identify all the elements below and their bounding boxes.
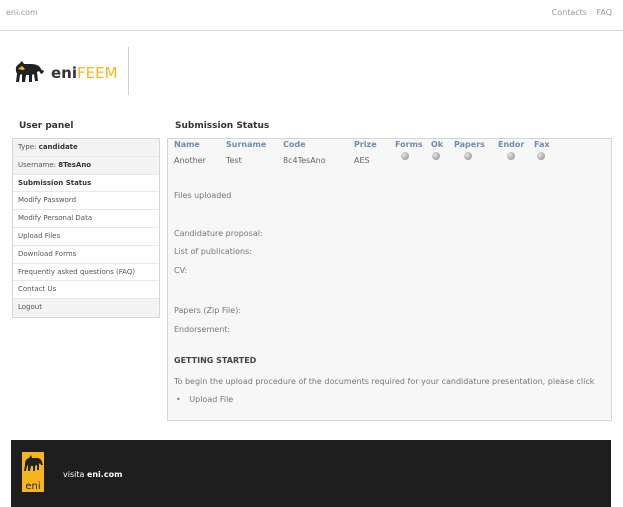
svg-text:eni: eni — [25, 481, 40, 492]
username-row: Username: 8TesAno — [13, 156, 159, 175]
username-label: Username: — [18, 160, 57, 169]
faq-link[interactable]: FAQ — [597, 8, 613, 17]
fax-status-icon — [537, 152, 545, 160]
forms-status-icon — [401, 152, 409, 160]
logo-wordmark: eniFEEM — [51, 64, 118, 82]
username-value: 8TesAno — [58, 160, 92, 169]
six-legged-dog-logo-icon — [15, 61, 44, 82]
sidebar-item-submission-status[interactable]: Submission Status — [13, 175, 159, 193]
col-header-ok: Ok — [431, 140, 444, 149]
publications-label: List of publications: — [174, 247, 252, 256]
candidature-proposal-label: Candidature proposal: — [174, 229, 263, 238]
cell-prize: AES — [354, 156, 370, 165]
cell-code: 8c4TesAno — [283, 156, 326, 165]
sidebar-item-modify-personal-data[interactable]: Modify Personal Data — [13, 210, 159, 228]
submission-status-title: Submission Status — [175, 121, 270, 131]
footer: eni visita eni.com — [11, 440, 611, 507]
user-type-value: candidate — [38, 143, 78, 151]
upload-instructions: To begin the upload procedure of the doc… — [174, 377, 595, 386]
files-uploaded-label: Files uploaded — [174, 191, 232, 200]
cell-surname: Test — [226, 156, 242, 165]
sidebar-item-upload-files[interactable]: Upload Files — [13, 228, 159, 246]
getting-started-heading: GETTING STARTED — [174, 356, 257, 365]
top-links: Contacts FAQ — [545, 8, 612, 17]
col-header-name: Name — [174, 140, 200, 149]
papers-zip-label: Papers (Zip File): — [174, 306, 242, 315]
footer-site-text: eni.com — [86, 470, 123, 479]
col-header-endor: Endor — [498, 140, 525, 149]
user-type-label: Type: — [18, 143, 37, 151]
enifeem-logo[interactable]: eniFEEM — [13, 47, 129, 95]
papers-status-icon — [464, 152, 472, 160]
ok-status-icon — [432, 152, 440, 160]
bullet-icon: • — [176, 395, 181, 404]
endor-status-icon — [507, 152, 515, 160]
user-panel-title: User panel — [19, 121, 74, 131]
contacts-link[interactable]: Contacts — [552, 8, 587, 17]
cv-label: CV: — [174, 266, 188, 275]
user-panel-sidebar: Type: candidate Username: 8TesAno Submis… — [12, 138, 160, 318]
submission-status-panel: Name Surname Code Prize Forms Ok Papers … — [167, 138, 612, 421]
upload-file-link[interactable]: Upload File — [189, 395, 233, 404]
eni-footer-logo-icon[interactable]: eni — [22, 452, 44, 492]
sidebar-item-faq[interactable]: Frequently asked questions (FAQ) — [13, 264, 159, 282]
col-header-code: Code — [283, 140, 306, 149]
sidebar-item-download-forms[interactable]: Download Forms — [13, 246, 159, 264]
sidebar-item-contact-us[interactable]: Contact Us — [13, 281, 159, 300]
eni-site-link[interactable]: eni.com — [6, 8, 38, 17]
visit-text: visita — [63, 470, 85, 479]
sidebar-item-modify-password[interactable]: Modify Password — [13, 192, 159, 211]
logo-eni-text: eni — [51, 64, 77, 82]
cell-name: Another — [174, 156, 206, 165]
logo-divider — [128, 47, 129, 95]
logo-feem-text: FEEM — [77, 64, 118, 82]
top-bar: eni.com Contacts FAQ — [0, 0, 623, 31]
col-header-forms: Forms — [395, 140, 423, 149]
col-header-papers: Papers — [454, 140, 485, 149]
col-header-fax: Fax — [534, 140, 550, 149]
col-header-surname: Surname — [226, 140, 267, 149]
visit-eni-link[interactable]: visita eni.com — [63, 470, 122, 479]
upload-file-item: • Upload File — [176, 395, 233, 404]
user-type-row: Type: candidate — [13, 139, 159, 157]
sidebar-item-logout[interactable]: Logout — [13, 299, 159, 317]
endorsement-label: Endorsement: — [174, 325, 231, 334]
col-header-prize: Prize — [354, 140, 377, 149]
